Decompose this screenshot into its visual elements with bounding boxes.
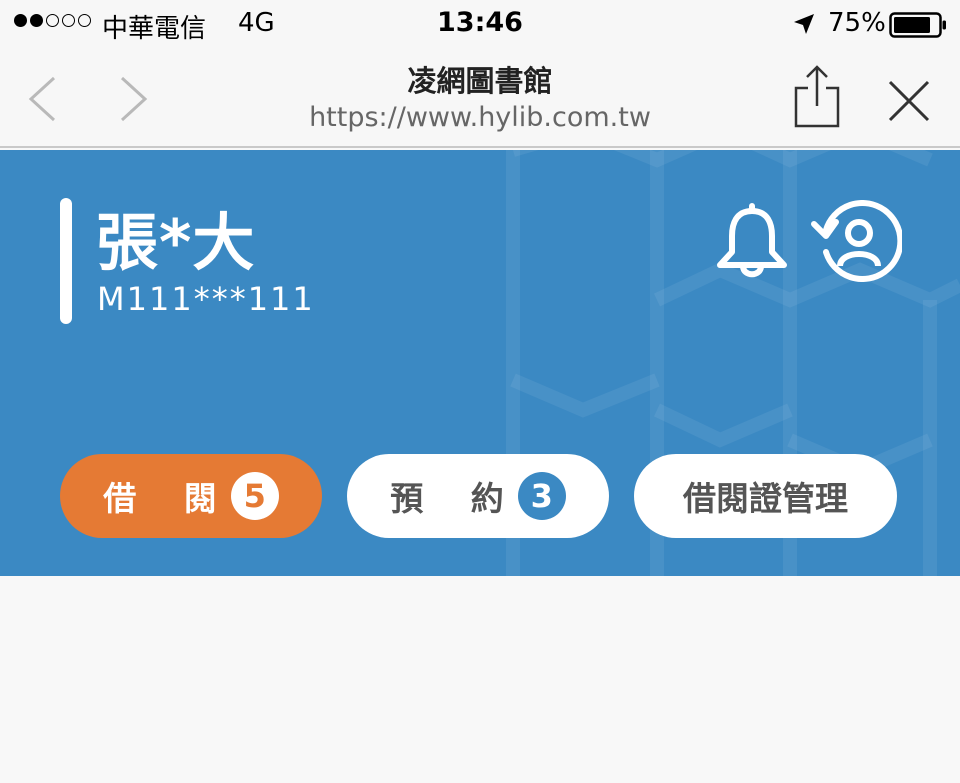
- switch-user-icon[interactable]: [810, 200, 904, 286]
- user-header: 張*大 M111***111 借 閱 5 預 約 3 借閱證管理: [0, 150, 960, 576]
- tab-library-card-management[interactable]: 借閱證管理: [634, 454, 897, 538]
- browser-nav-bar: 凌網圖書館 https://www.hylib.com.tw: [0, 48, 960, 148]
- tab-reserve[interactable]: 預 約 3: [347, 454, 609, 538]
- user-name: 張*大: [96, 206, 256, 279]
- tab-borrow[interactable]: 借 閱 5: [60, 454, 322, 538]
- status-bar: 中華電信 4G 13:46 75%: [0, 0, 960, 48]
- bell-icon[interactable]: [714, 200, 790, 286]
- network-type: 4G: [238, 8, 275, 38]
- close-icon[interactable]: [886, 78, 932, 128]
- name-accent-bar: [60, 198, 72, 324]
- tab-card-label: 借閱證管理: [683, 479, 848, 518]
- tab-borrow-label: 借 閱: [103, 479, 235, 518]
- user-id: M111***111: [97, 280, 315, 318]
- borrow-count-badge: 5: [230, 472, 279, 520]
- signal-strength-icon: [14, 14, 91, 27]
- share-icon[interactable]: [792, 64, 842, 132]
- carrier-name: 中華電信: [102, 14, 207, 44]
- tab-reserve-label: 預 約: [390, 479, 522, 518]
- location-arrow-icon: [792, 12, 816, 40]
- content-area: [0, 576, 960, 783]
- reserve-count-badge: 3: [517, 472, 566, 520]
- battery-percent: 75%: [828, 8, 886, 38]
- battery-icon: [889, 12, 947, 42]
